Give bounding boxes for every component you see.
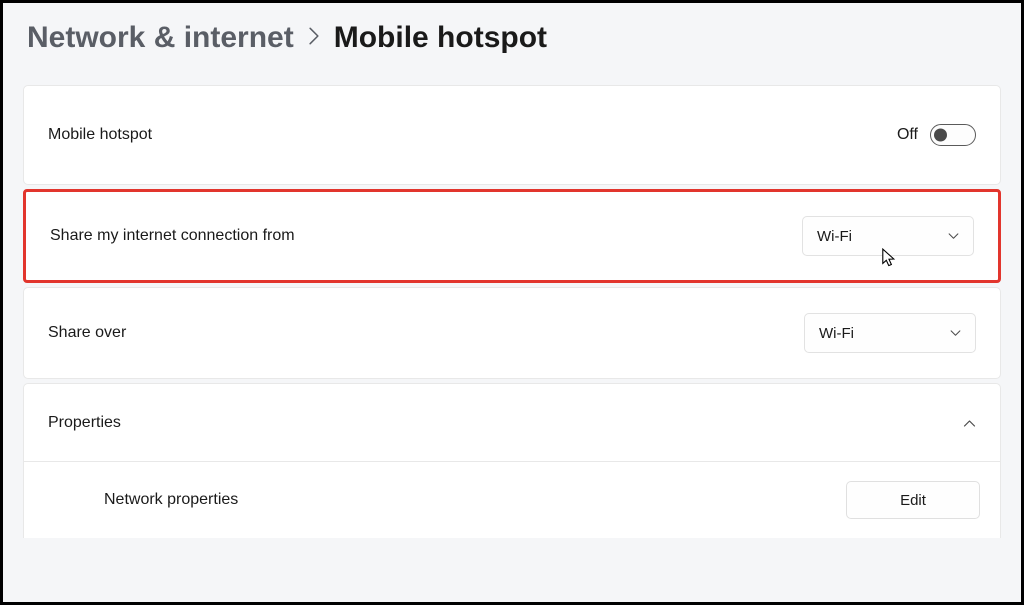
properties-header-label: Properties (48, 414, 121, 432)
network-properties-row: Network properties Edit (24, 462, 1000, 538)
network-properties-label: Network properties (104, 491, 238, 509)
chevron-down-icon (949, 327, 961, 339)
properties-section: Properties Network properties Edit (23, 383, 1001, 538)
properties-expander[interactable]: Properties (24, 384, 1000, 462)
edit-button-label: Edit (900, 492, 926, 509)
share-from-value: Wi-Fi (817, 228, 852, 245)
share-from-label: Share my internet connection from (50, 227, 295, 245)
chevron-right-icon (308, 25, 320, 51)
mobile-hotspot-toggle-row: Mobile hotspot Off (23, 85, 1001, 185)
mobile-hotspot-label: Mobile hotspot (48, 126, 152, 144)
chevron-down-icon (947, 230, 959, 242)
share-over-dropdown[interactable]: Wi-Fi (804, 313, 976, 353)
breadcrumb: Network & internet Mobile hotspot (27, 21, 1001, 55)
breadcrumb-parent[interactable]: Network & internet (27, 21, 294, 55)
mobile-hotspot-toggle[interactable] (930, 124, 976, 146)
chevron-up-icon (962, 416, 976, 430)
share-from-row: Share my internet connection from Wi-Fi (23, 189, 1001, 283)
edit-button[interactable]: Edit (846, 481, 980, 519)
toggle-state-label: Off (897, 126, 918, 144)
breadcrumb-current: Mobile hotspot (334, 21, 547, 55)
share-from-dropdown[interactable]: Wi-Fi (802, 216, 974, 256)
toggle-knob (934, 129, 947, 142)
share-over-row: Share over Wi-Fi (23, 287, 1001, 379)
share-over-label: Share over (48, 324, 126, 342)
share-over-value: Wi-Fi (819, 325, 854, 342)
